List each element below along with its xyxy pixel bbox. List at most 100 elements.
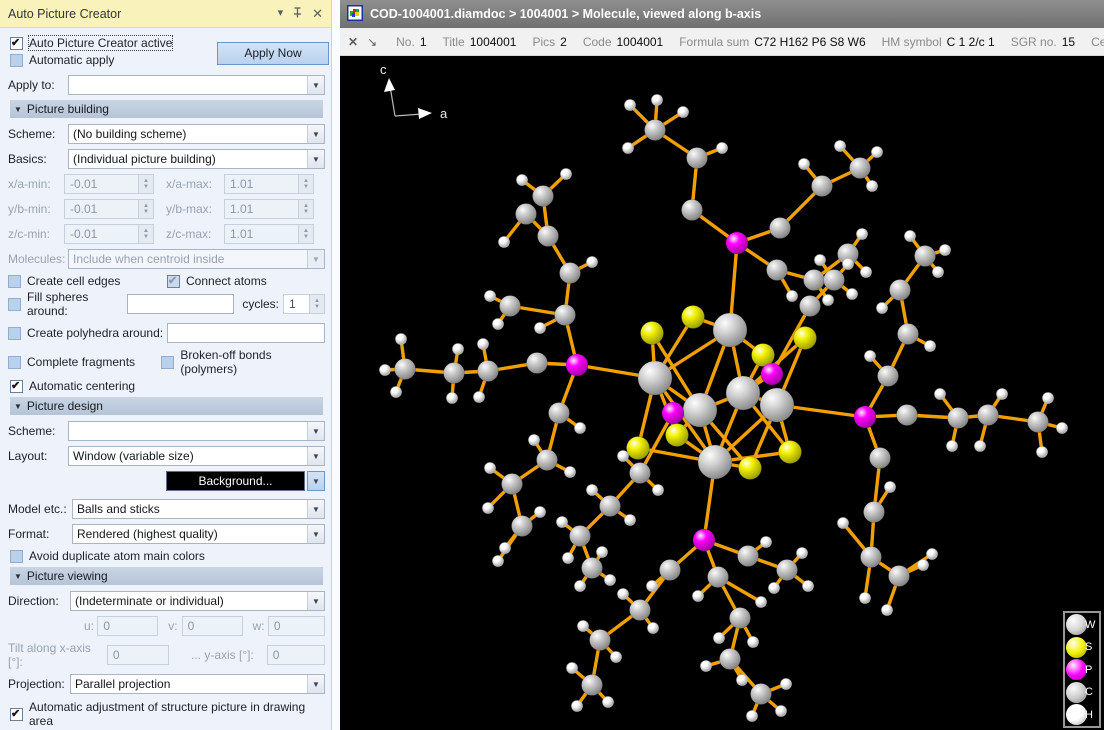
atom-H[interactable] (535, 507, 546, 518)
atom-C[interactable] (864, 502, 885, 523)
spinner-icon[interactable]: ▲▼ (138, 225, 153, 243)
atom-C[interactable] (512, 516, 533, 537)
atom-H[interactable] (575, 423, 586, 434)
atom-C[interactable] (850, 158, 871, 179)
zc-min-field[interactable]: -0.01▲▼ (64, 224, 154, 244)
atom-C[interactable] (582, 675, 603, 696)
atom-C[interactable] (898, 324, 919, 345)
atom-H[interactable] (391, 387, 402, 398)
atom-H[interactable] (447, 393, 458, 404)
auto-adjust-checkbox[interactable] (10, 708, 23, 721)
atom-H[interactable] (693, 591, 704, 602)
atom-H[interactable] (565, 467, 576, 478)
atom-H[interactable] (747, 711, 758, 722)
atom-W[interactable] (713, 313, 747, 347)
atom-P[interactable] (854, 406, 876, 428)
atom-C[interactable] (444, 363, 465, 384)
atom-C[interactable] (660, 560, 681, 581)
atom-H[interactable] (877, 303, 888, 314)
atom-H[interactable] (1043, 393, 1054, 404)
atom-C[interactable] (878, 366, 899, 387)
atom-H[interactable] (781, 679, 792, 690)
atom-H[interactable] (1037, 447, 1048, 458)
atom-H[interactable] (605, 575, 616, 586)
atom-C[interactable] (600, 496, 621, 517)
direction-combobox[interactable]: (Indeterminate or individual) ▼ (70, 591, 325, 611)
atom-S[interactable] (666, 424, 689, 447)
atom-H[interactable] (618, 589, 629, 600)
atom-C[interactable] (897, 405, 918, 426)
design-scheme-combobox[interactable]: ▼ (68, 421, 325, 441)
atom-H[interactable] (572, 701, 583, 712)
atom-H[interactable] (611, 652, 622, 663)
atom-H[interactable] (478, 339, 489, 350)
v-field[interactable]: 0 (182, 616, 243, 636)
connect-atoms-checkbox[interactable] (167, 275, 180, 288)
spinner-icon[interactable]: ▲▼ (298, 175, 313, 193)
atom-H[interactable] (648, 623, 659, 634)
atom-H[interactable] (587, 257, 598, 268)
atom-H[interactable] (797, 548, 808, 559)
atom-H[interactable] (787, 291, 798, 302)
atom-H[interactable] (815, 255, 826, 266)
atom-H[interactable] (861, 267, 872, 278)
spinner-icon[interactable]: ▲▼ (138, 175, 153, 193)
atom-C[interactable] (767, 260, 788, 281)
atom-H[interactable] (882, 605, 893, 616)
close-icon[interactable]: ✕ (348, 35, 358, 49)
atom-H[interactable] (1057, 423, 1068, 434)
yb-max-field[interactable]: 1.01▲▼ (224, 199, 314, 219)
atom-S[interactable] (779, 441, 802, 464)
atom-C[interactable] (395, 359, 416, 380)
spinner-icon[interactable]: ▲▼ (138, 200, 153, 218)
atom-H[interactable] (847, 289, 858, 300)
atom-H[interactable] (597, 547, 608, 558)
atom-C[interactable] (708, 567, 729, 588)
atom-H[interactable] (860, 593, 871, 604)
chevron-down-icon[interactable]: ▼ (307, 447, 324, 465)
atom-H[interactable] (483, 503, 494, 514)
atom-C[interactable] (861, 547, 882, 568)
atom-C[interactable] (502, 474, 523, 495)
atom-H[interactable] (578, 621, 589, 632)
atom-H[interactable] (905, 231, 916, 242)
broken-off-bonds-checkbox[interactable] (161, 356, 174, 369)
atom-H[interactable] (776, 706, 787, 717)
complete-fragments-checkbox[interactable] (8, 356, 21, 369)
atom-W[interactable] (683, 393, 717, 427)
chevron-down-icon[interactable]: ▼ (307, 525, 324, 543)
section-picture-building[interactable]: ▼ Picture building (10, 100, 323, 118)
atom-C[interactable] (915, 246, 936, 267)
atom-H[interactable] (940, 245, 951, 256)
pin-icon[interactable] (293, 7, 302, 21)
background-dropdown-icon[interactable]: ▼ (307, 471, 325, 491)
section-picture-viewing[interactable]: ▼ Picture viewing (10, 567, 323, 585)
atom-H[interactable] (835, 141, 846, 152)
atom-C[interactable] (1028, 412, 1049, 433)
atom-C[interactable] (500, 296, 521, 317)
atom-W[interactable] (698, 445, 732, 479)
atom-H[interactable] (678, 107, 689, 118)
atom-W[interactable] (760, 388, 794, 422)
atom-H[interactable] (867, 181, 878, 192)
avoid-duplicate-colors-checkbox[interactable] (10, 550, 23, 563)
apply-now-button[interactable]: Apply Now (217, 42, 329, 65)
panel-menu-chevron-icon[interactable]: ▾ (278, 8, 284, 19)
atom-C[interactable] (537, 450, 558, 471)
atom-H[interactable] (529, 435, 540, 446)
atom-H[interactable] (563, 553, 574, 564)
atom-H[interactable] (701, 661, 712, 672)
atom-H[interactable] (975, 441, 986, 452)
atom-C[interactable] (804, 270, 825, 291)
auto-picture-creator-active-checkbox[interactable] (10, 37, 23, 50)
atom-H[interactable] (737, 675, 748, 686)
atom-H[interactable] (623, 143, 634, 154)
atom-H[interactable] (517, 175, 528, 186)
atom-C[interactable] (812, 176, 833, 197)
atom-C[interactable] (538, 226, 559, 247)
atom-H[interactable] (625, 515, 636, 526)
xa-min-field[interactable]: -0.01▲▼ (64, 174, 154, 194)
atom-H[interactable] (493, 556, 504, 567)
atom-C[interactable] (777, 560, 798, 581)
atom-C[interactable] (824, 270, 845, 291)
